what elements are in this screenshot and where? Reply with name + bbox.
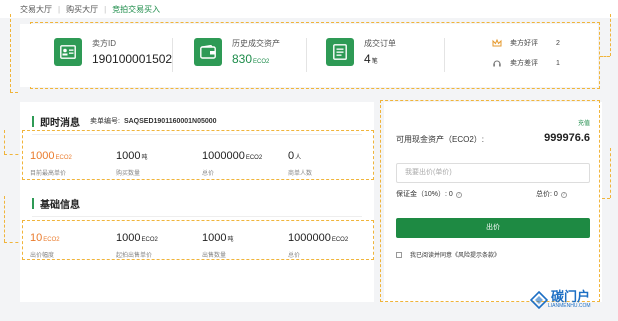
seller-id-label: 卖方ID [92, 39, 116, 48]
realtime-title-text: 即时消息 [40, 118, 80, 129]
seller-id-block: 卖方ID 190100001502 [54, 38, 172, 66]
guide-line [4, 130, 5, 154]
good-reviews-label: 卖方好评 [510, 40, 538, 47]
breadcrumb-auction-buy: 竞拍交易买入 [112, 4, 161, 14]
guide-line [610, 148, 611, 198]
guide-line [10, 14, 11, 92]
id-card-icon [54, 38, 82, 66]
headset-icon [493, 60, 501, 67]
seller-id-value: 190100001502 [92, 52, 173, 66]
breadcrumb-separator: | [104, 4, 107, 14]
orders-block: 成交订单 4笔 [326, 38, 396, 66]
orders-label: 成交订单 [364, 39, 396, 48]
document-icon [326, 38, 354, 66]
watermark-text: 碳门户 [551, 289, 591, 304]
orders-unit: 笔 [371, 59, 378, 65]
guide-line [10, 92, 18, 93]
breadcrumb-trading-hall[interactable]: 交易大厅 [20, 4, 52, 15]
divider [306, 38, 307, 72]
guide-line [602, 198, 610, 199]
divider [172, 38, 173, 72]
orders-number: 4 [364, 52, 371, 66]
order-number: 卖单编号: SAQSED1901160001N05000 [90, 116, 217, 126]
divider [32, 216, 362, 217]
bad-reviews-row: 卖方差评 1 [492, 58, 560, 68]
guide-line [610, 14, 611, 56]
order-number-value: SAQSED1901160001N05000 [123, 118, 217, 125]
order-number-label: 卖单编号: [90, 118, 120, 125]
history-assets-label: 历史成交资产 [232, 39, 280, 48]
crown-icon [492, 38, 502, 47]
good-reviews-value: 2 [556, 39, 560, 47]
good-reviews-row: 卖方好评 2 [492, 38, 560, 48]
history-assets-unit: ECO2 [253, 59, 270, 65]
guide-line [4, 196, 5, 242]
bad-reviews-value: 1 [556, 59, 560, 67]
realtime-section-title: 即时消息 [32, 114, 80, 129]
breadcrumb: 交易大厅 | 购买大厅 | 竞拍交易买入 [0, 0, 618, 18]
seller-summary-card: 卖方ID 190100001502 历史成交资产 830ECO2 成交订单 4笔… [20, 24, 598, 87]
logo-icon [530, 290, 548, 309]
basic-title-text: 基础信息 [40, 200, 80, 211]
history-assets-block: 历史成交资产 830ECO2 [194, 38, 280, 66]
history-assets-value: 830ECO2 [232, 52, 280, 66]
basic-section-title: 基础信息 [32, 196, 80, 211]
bad-reviews-label: 卖方差评 [510, 60, 538, 67]
orders-value: 4笔 [364, 52, 396, 66]
watermark-logo: 碳门户 LIANMENHU.COM [530, 290, 591, 309]
guide-line [600, 56, 610, 57]
guide-box [22, 130, 374, 180]
title-accent-bar [32, 116, 34, 127]
divider [444, 38, 445, 72]
history-assets-number: 830 [232, 52, 253, 66]
guide-box [22, 220, 374, 260]
breadcrumb-separator: | [58, 4, 61, 14]
guide-box [380, 100, 600, 302]
breadcrumb-purchase-hall[interactable]: 购买大厅 [66, 4, 98, 15]
wallet-icon [194, 38, 222, 66]
title-accent-bar [32, 198, 34, 209]
watermark-subtext: LIANMENHU.COM [548, 303, 591, 309]
